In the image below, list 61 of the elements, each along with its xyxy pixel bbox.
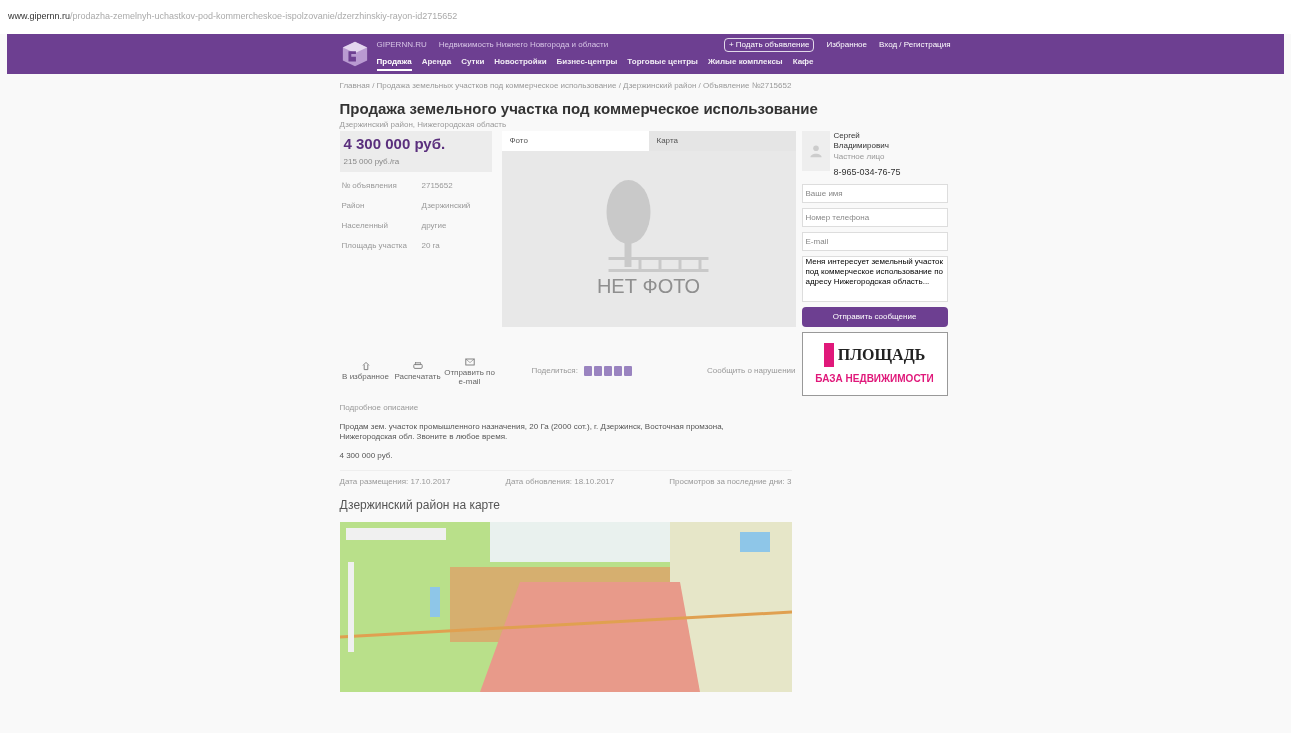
fact-label: Район <box>341 199 366 212</box>
site-name[interactable]: GIPERNN.RU <box>376 38 427 51</box>
nav-tab[interactable]: Жилые комплексы <box>707 55 783 71</box>
fact-value: 2715652 <box>421 179 453 192</box>
page-title: Продажа земельного участка под коммерческое использование <box>339 100 819 119</box>
input-field[interactable]: Номер телефона <box>801 208 948 228</box>
action-button[interactable]: В избранное <box>339 360 392 382</box>
social-icon[interactable] <box>603 365 612 376</box>
nav-tab[interactable]: Сутки <box>461 55 485 71</box>
nav-tab[interactable]: Кафе <box>792 55 814 71</box>
social-icon[interactable] <box>583 365 592 376</box>
post-ad-button[interactable]: + Подать объявление <box>723 37 815 52</box>
input-field[interactable]: E-mail <box>801 232 948 252</box>
description-price: 4 300 000 руб. <box>339 450 394 463</box>
breadcrumbs: Главная / Продажа земельных участков под коммерческое использование / Дзержинский район / Объявление №2715652 <box>339 80 793 92</box>
nav-tab[interactable]: Торговые центры <box>627 55 698 71</box>
share-label: Поделиться: <box>531 364 578 377</box>
fact-value: 20 га <box>421 239 440 252</box>
nav-tab[interactable]: Бизнес-центры <box>556 55 618 71</box>
contact-phone: 8-965-034-76-75 <box>833 165 902 179</box>
social-icon[interactable] <box>593 365 602 376</box>
date-text: Дата размещения: 17.10.2017 <box>339 476 451 489</box>
header-link[interactable]: Вход / Регистрация <box>878 38 951 51</box>
contact-name: Сергей Владимирович <box>833 130 890 151</box>
price-per-unit: 215 000 руб./га <box>343 155 401 168</box>
cube-logo-icon[interactable] <box>340 40 369 68</box>
map-heading: Дзержинский район на карте <box>339 497 502 515</box>
action-button[interactable]: Отправить по e-mail <box>443 355 496 386</box>
send-message-button[interactable]: Отправить сообщение <box>801 307 948 328</box>
no-photo-text: НЕТ ФОТО <box>596 273 701 299</box>
input-field[interactable]: Ваше имя <box>801 184 948 204</box>
date-text: Дата обновления: 18.10.2017 <box>505 476 615 489</box>
description-text: Продам зем. участок промышленного назначения, 20 Га (2000 сот.), г. Дзержинск, Восточная промзона, Нижегородская обл. Звоните в любое время. <box>339 422 725 443</box>
envelope-icon <box>463 355 476 368</box>
fact-value: другие <box>421 219 447 232</box>
date-text: Просмотров за последние дни: 3 <box>669 476 792 489</box>
contact-role: Частное лицо <box>833 150 886 163</box>
nav-tab[interactable]: Продажа <box>376 55 412 71</box>
nav-tab[interactable]: Аренда <box>421 55 452 71</box>
fact-label: Населенный <box>341 219 390 232</box>
nav-tab[interactable]: Новостройки <box>494 55 547 71</box>
media-tab[interactable]: Фото <box>501 130 649 151</box>
price-text: 4 300 000 руб. <box>343 134 447 154</box>
person-silhouette-icon <box>808 143 823 158</box>
social-icon[interactable] <box>623 365 632 376</box>
banner-subtitle: БАЗА НЕДВИЖИМОСТИ <box>815 371 934 386</box>
fact-value: Дзержинский <box>421 199 471 212</box>
header-link[interactable]: Избранное <box>826 38 867 51</box>
location-text: Дзержинский район, Нижегородская область <box>339 118 508 131</box>
fact-label: № объявления <box>341 179 398 192</box>
site-tagline: Недвижимость Нижнего Новгорода и области <box>438 38 610 51</box>
url-path: /prodazha-zemelnyh-uchastkov-pod-kommercheskoe-ispolzovanie/dzerzhinskiy-rayon-id2715652 <box>70 10 458 24</box>
message-field[interactable]: Меня интересует земельный участок под коммерческое использование по адресу Нижегородская область... <box>801 256 948 303</box>
description-heading: Подробное описание <box>339 402 420 415</box>
url-domain: www.gipernn.ru <box>8 10 71 24</box>
action-button[interactable]: Распечатать <box>391 360 444 382</box>
advertising-banner[interactable]: ПЛОЩАДЬ БАЗА НЕДВИЖИМОСТИ <box>801 332 948 397</box>
fact-label: Площадь участка <box>341 239 408 252</box>
banner-title: ПЛОЩАДЬ <box>823 342 926 367</box>
map-drawing[interactable] <box>339 522 792 693</box>
social-icon[interactable] <box>613 365 622 376</box>
